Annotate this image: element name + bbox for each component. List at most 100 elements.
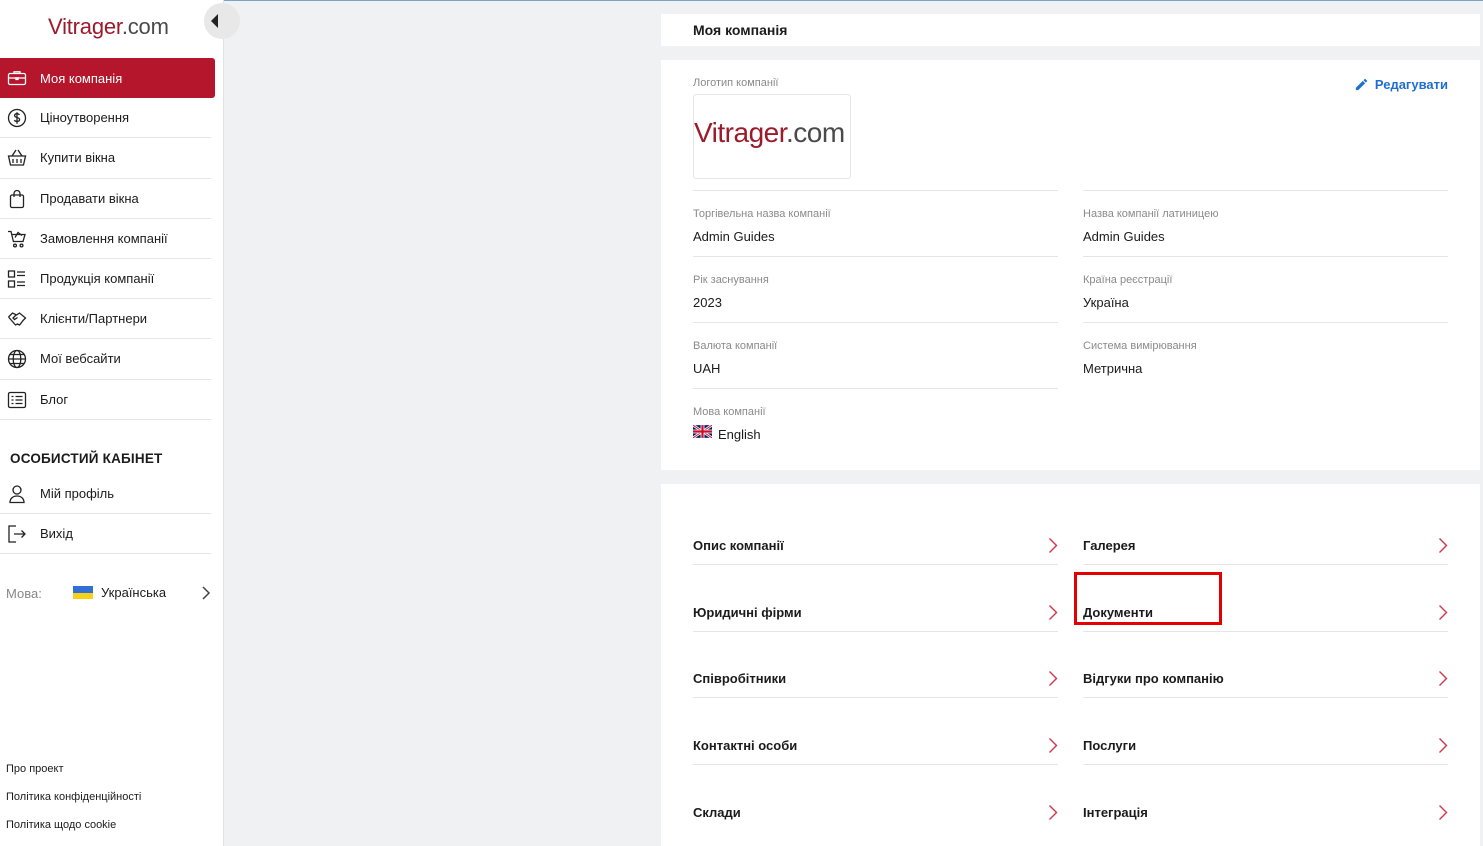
uk-flag-icon [693,425,712,438]
sidebar-item-label: Клієнти/Партнери [40,311,148,327]
link-legal-firms[interactable]: Юридичні фірми [693,565,1058,632]
company-logo-image: Vitrager.com [693,94,851,179]
sidebar-item-label: Замовлення компанії [40,230,168,246]
chevron-right-icon [1048,537,1058,554]
main-menu: Моя компанія Ціноутворення Купити вікна … [0,58,215,420]
field-value: Admin Guides [1083,229,1165,244]
field-value: 2023 [693,295,722,310]
field-value: English [718,427,761,442]
link-label: Інтеграція [1083,805,1148,820]
sidebar-item-label: Мій профіль [40,486,115,502]
page-title-card: Моя компанія [661,14,1480,46]
briefcase-icon [7,68,27,88]
field-value: Україна [1083,295,1129,310]
sidebar-item-sell-windows[interactable]: Продавати вікна [0,179,211,219]
chevron-right-icon [1048,804,1058,821]
company-info-card: Редагувати Логотип компанії Vitrager.com… [661,60,1480,470]
chevron-right-icon [1438,604,1448,621]
document-list-icon [7,390,27,410]
sidebar-item-label: Моя компанія [40,70,123,86]
link-company-reviews[interactable]: Відгуки про компанію [1083,631,1448,698]
sidebar-item-clients-partners[interactable]: Клієнти/Партнери [0,299,211,340]
link-services[interactable]: Послуги [1083,698,1448,765]
edit-label: Редагувати [1374,77,1448,92]
sidebar-item-label: Купити вікна [40,150,116,166]
handshake-icon [7,309,27,329]
footer-links: Про проект Політика конфіденційності Пол… [6,762,141,846]
chevron-right-icon [1438,804,1448,821]
sidebar-collapse-button[interactable] [204,3,240,39]
field-measurement: Система вимірювання Метрична [1083,322,1448,376]
field-value: Admin Guides [693,229,775,244]
footer-link-about[interactable]: Про проект [6,762,141,790]
logo-label: Логотип компанії [693,77,779,89]
page-title: Моя компанія [693,22,788,38]
link-employees[interactable]: Співробітники [693,631,1058,698]
personal-cabinet-title: ОСОБИСТИЙ КАБІНЕТ [10,451,163,466]
link-label: Відгуки про компанію [1083,671,1224,686]
sidebar-item-my-profile[interactable]: Мій профіль [0,474,211,515]
link-warehouses[interactable]: Склади [693,765,1058,832]
language-selector[interactable]: Мова: Українська [0,580,222,606]
dollar-circle-icon [7,108,27,128]
ukraine-flag-icon [73,586,93,599]
personal-menu: Мій профіль Вихід [0,474,215,555]
field-label: Система вимірювання [1083,340,1197,352]
globe-icon [7,349,27,369]
sidebar-item-label: Продавати вікна [40,190,139,206]
chevron-right-icon [1438,670,1448,687]
field-label: Країна реєстрації [1083,274,1173,286]
link-label: Контактні особи [693,738,798,753]
field-company-language: Мова компанії English [693,388,1058,442]
sidebar-item-label: Вихід [40,526,73,542]
sidebar: Vitrager.com Моя компанія Ціноутворення … [0,0,240,846]
sidebar-item-buy-windows[interactable]: Купити вікна [0,138,211,179]
sidebar-item-my-websites[interactable]: Мої вебсайти [0,339,211,380]
field-value: Метрична [1083,361,1143,376]
field-country: Країна реєстрації Україна [1083,256,1448,310]
field-value: UAH [693,361,721,376]
link-company-description[interactable]: Опис компанії [693,498,1058,565]
field-currency: Валюта компанії UAH [693,322,1058,376]
language-label: Мова: [6,586,42,601]
list-grid-icon [7,269,27,289]
site-logo[interactable]: Vitrager.com [48,14,169,40]
field-label: Валюта компанії [693,340,778,352]
user-icon [7,484,27,504]
field-label: Назва компанії латиницею [1083,208,1219,220]
sidebar-item-label: Ціноутворення [40,110,130,126]
sidebar-item-label: Мої вебсайти [40,351,121,367]
logout-icon [7,524,27,544]
sidebar-item-logout[interactable]: Вихід [0,514,211,555]
chevron-right-icon [1048,604,1058,621]
sidebar-item-label: Продукція компанії [40,271,155,287]
sidebar-item-my-company[interactable]: Моя компанія [0,58,215,99]
footer-link-cookie[interactable]: Політика щодо cookie [6,818,141,846]
link-contact-persons[interactable]: Контактні особи [693,698,1058,765]
field-label: Торгівельна назва компанії [693,208,831,220]
basket-icon [7,148,27,168]
company-sections-card: Опис компанії Галерея Юридичні фірми Док… [661,484,1480,846]
sidebar-item-company-products[interactable]: Продукція компанії [0,259,211,300]
chevron-right-icon [201,586,211,600]
sidebar-item-blog[interactable]: Блог [0,380,211,420]
link-integration[interactable]: Інтеграція [1083,765,1448,832]
footer-link-privacy[interactable]: Політика конфіденційності [6,790,141,818]
chevron-right-icon [1438,737,1448,754]
field-founded: Рік заснування 2023 [693,256,1058,310]
sidebar-item-pricing[interactable]: Ціноутворення [0,98,211,139]
link-label: Галерея [1083,538,1136,553]
shopping-bag-icon [7,189,27,209]
sidebar-item-label: Блог [40,391,69,407]
field-latin-name: Назва компанії латиницею Admin Guides [1083,190,1448,244]
link-label: Співробітники [693,671,787,686]
link-label: Юридичні фірми [693,605,802,620]
sidebar-item-company-orders[interactable]: Замовлення компанії [0,219,211,259]
field-label: Мова компанії [693,406,766,418]
link-gallery[interactable]: Галерея [1083,498,1448,565]
link-label: Опис компанії [693,538,784,553]
chevron-right-icon [1048,670,1058,687]
language-value: Українська [101,585,167,600]
edit-button[interactable]: Редагувати [1354,77,1448,92]
pencil-icon [1355,78,1368,91]
